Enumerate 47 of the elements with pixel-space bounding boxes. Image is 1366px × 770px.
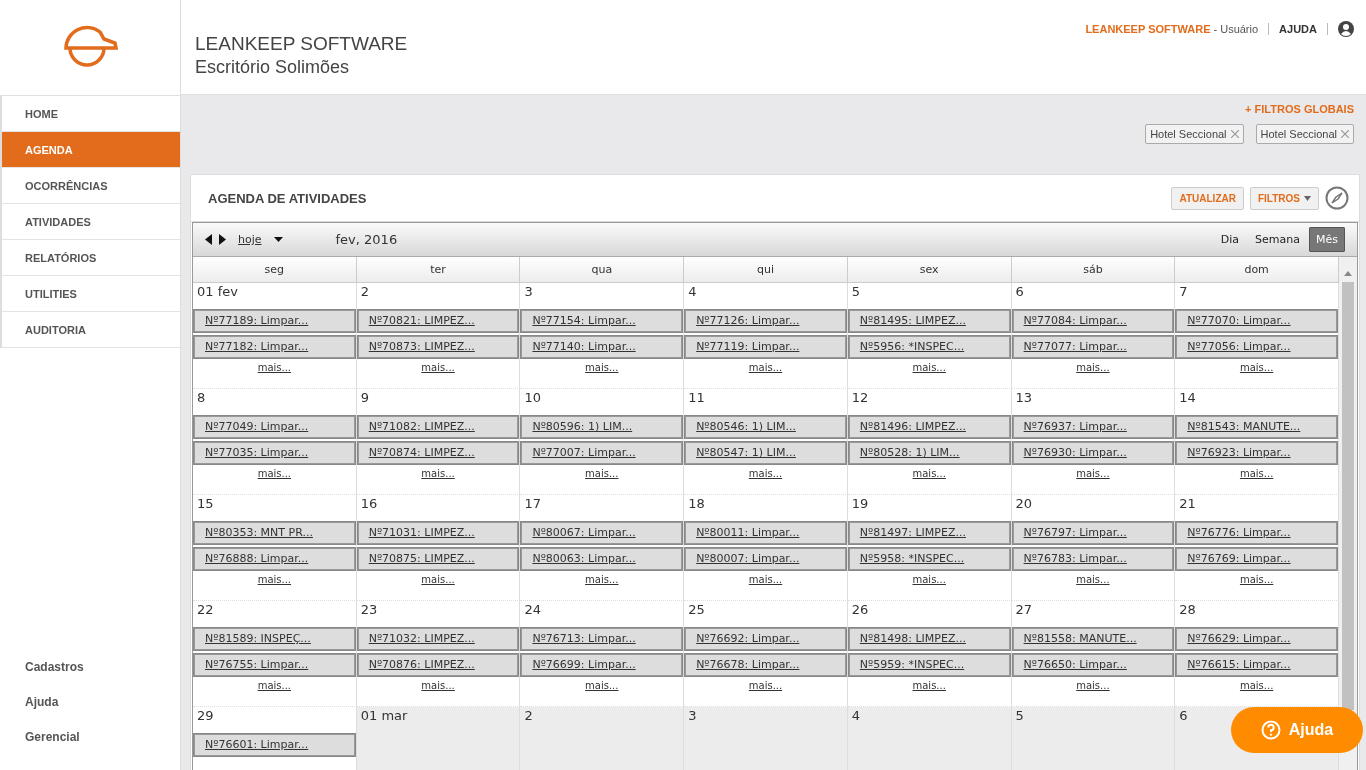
day-number: 19 (850, 495, 870, 513)
day-number: 26 (850, 601, 870, 619)
weekday-header: ter (356, 257, 521, 282)
day-number: 13 (1014, 389, 1034, 407)
company-name: LEANKEEP SOFTWARE (195, 33, 408, 55)
day-number: 23 (359, 601, 379, 619)
panel-title: AGENDA DE ATIVIDADES (208, 190, 367, 206)
day-number: 29 (196, 707, 215, 725)
day-number: 18 (687, 495, 706, 513)
day-number: 9 (359, 389, 370, 407)
day-number: 5 (1014, 707, 1025, 725)
day-number: 14 (1178, 389, 1197, 407)
weekday-header: sex (847, 257, 1012, 282)
day-number: 11 (687, 389, 706, 407)
day-number: 10 (523, 389, 542, 407)
day-number: 2 (359, 283, 370, 301)
weekday-header: sáb (1011, 257, 1176, 282)
day-number: 12 (850, 389, 870, 407)
day-number: 21 (1178, 495, 1197, 513)
day-number: 7 (1178, 283, 1189, 301)
weekday-header: qua (520, 257, 685, 282)
day-number: 5 (850, 283, 862, 301)
day-number: 25 (687, 601, 706, 619)
day-number: 4 (850, 707, 862, 725)
office-name: Escritório Solimões (195, 57, 351, 78)
day-number: 8 (196, 389, 207, 407)
day-number: 17 (523, 495, 542, 513)
day-number: 4 (687, 283, 698, 301)
user-name: - Usuário (1213, 23, 1259, 35)
weekday-header: seg (193, 257, 357, 282)
weekday-header: dom (1175, 257, 1339, 282)
day-number: 3 (523, 283, 534, 301)
day-number: 22 (196, 601, 215, 619)
day-number: 20 (1014, 495, 1034, 513)
day-number: 2 (523, 707, 534, 725)
day-number: 16 (359, 495, 379, 513)
day-number: 24 (523, 601, 542, 619)
day-number: 15 (196, 495, 215, 513)
period-label: fev, 2016 (335, 232, 398, 247)
day-number: 01 mar (359, 707, 409, 725)
day-number: 01 fev (196, 283, 239, 301)
day-number: 6 (1178, 707, 1189, 725)
day-number: 6 (1014, 283, 1025, 301)
day-number: 3 (687, 707, 698, 725)
weekday-header: qui (684, 257, 848, 282)
day-number: 27 (1014, 601, 1034, 619)
day-number: 28 (1178, 601, 1197, 619)
